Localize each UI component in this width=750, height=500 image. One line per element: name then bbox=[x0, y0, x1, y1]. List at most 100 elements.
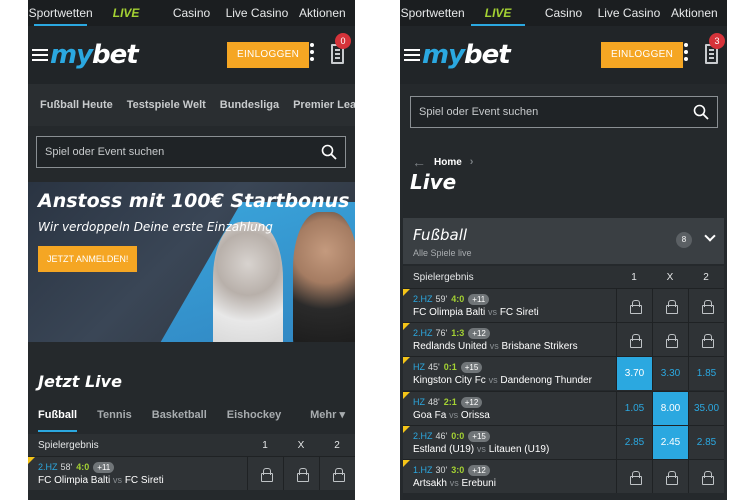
more-markets-badge[interactable]: +12 bbox=[468, 465, 490, 476]
away-team: Dandenong Thunder bbox=[500, 375, 592, 387]
search-icon[interactable] bbox=[321, 144, 337, 160]
more-label: Mehr bbox=[310, 409, 337, 421]
odds-button[interactable]: 3.30 bbox=[652, 357, 688, 391]
odds-cell[interactable] bbox=[688, 289, 724, 322]
tab-sportwetten[interactable]: Sportwetten bbox=[28, 0, 93, 26]
menu-icon[interactable] bbox=[404, 49, 420, 61]
sport-section-header[interactable]: Fußball Alle Spiele live 8 bbox=[403, 218, 724, 264]
match-score: 4:0 bbox=[76, 462, 90, 472]
tab-sportwetten[interactable]: Sportwetten bbox=[400, 0, 465, 26]
match-row[interactable]: 2.HZ 46' 0:0 +15 Estland (U19) vs Litauen (U… bbox=[403, 424, 724, 459]
tab-aktionen[interactable]: Aktionen bbox=[662, 0, 727, 26]
subnav-item-fussball-heute[interactable]: Fußball Heute bbox=[40, 99, 113, 111]
odds-button[interactable]: 2.85 bbox=[616, 425, 652, 459]
login-button[interactable]: EINLOGGEN bbox=[601, 42, 684, 68]
menu-icon[interactable] bbox=[32, 49, 48, 61]
more-markets-badge[interactable]: +15 bbox=[468, 430, 490, 442]
live-indicator bbox=[403, 289, 410, 296]
tab-aktionen[interactable]: Aktionen bbox=[290, 0, 355, 26]
match-info: HZ 48' 2:1 +12 Goa Fa vs Orissa bbox=[403, 391, 616, 425]
more-markets-badge[interactable]: +12 bbox=[468, 328, 490, 340]
more-markets-badge[interactable]: +12 bbox=[460, 396, 483, 408]
search-placeholder: Spiel oder Event suchen bbox=[45, 146, 165, 158]
subnav-item-premier-league[interactable]: Premier League bbox=[293, 99, 355, 111]
home-team: Kingston City Fc bbox=[413, 375, 486, 387]
odds-cell[interactable] bbox=[616, 289, 652, 322]
odds-button[interactable]: 35.00 bbox=[688, 391, 724, 425]
subnav-item-testspiele-welt[interactable]: Testspiele Welt bbox=[127, 99, 206, 111]
tab-basketball[interactable]: Basketball bbox=[142, 398, 217, 432]
more-markets-badge[interactable]: +15 bbox=[460, 362, 483, 374]
more-markets-badge[interactable]: +11 bbox=[93, 462, 115, 473]
search-input[interactable]: Spiel oder Event suchen bbox=[410, 96, 718, 128]
away-team: Orissa bbox=[460, 409, 490, 421]
live-indicator bbox=[403, 425, 410, 433]
lock-icon bbox=[629, 299, 642, 314]
match-minute: 46' bbox=[435, 430, 448, 441]
section-title: Fußball bbox=[413, 226, 468, 244]
search-input[interactable]: Spiel oder Event suchen bbox=[36, 136, 346, 168]
match-info: 2.HZ 58' 4:0 +11 FC Olimpia Balti vs FC Sir… bbox=[28, 457, 247, 490]
odds-button[interactable]: 2.85 bbox=[688, 425, 724, 459]
tab-tennis[interactable]: Tennis bbox=[87, 398, 142, 432]
search-icon[interactable] bbox=[693, 104, 709, 120]
odds-cell[interactable] bbox=[616, 323, 652, 357]
odds-button[interactable]: 8.00 bbox=[652, 391, 688, 425]
promo-banner[interactable]: Anstoss mit 100€ Startbonus Wir verdoppe… bbox=[28, 182, 355, 342]
tab-eishockey[interactable]: Eishockey bbox=[217, 398, 291, 432]
match-row[interactable]: HZ 48' 2:1 +12 Goa Fa vs Orissa 1.05 8.00 35.00 bbox=[403, 390, 724, 425]
match-row[interactable]: HZ 45' 0:1 +15 Kingston City Fc vs Dandenong… bbox=[403, 356, 724, 391]
match-row[interactable]: 2.HZ 59' 4:0 +11 FC Olimpia Balti vs FC Sire… bbox=[403, 288, 724, 322]
logo[interactable]: mybet bbox=[50, 40, 139, 70]
more-options-icon[interactable] bbox=[684, 43, 688, 61]
login-button[interactable]: EINLOGGEN bbox=[227, 42, 310, 68]
match-minute: 45' bbox=[428, 362, 440, 373]
subnav-item-bundesliga[interactable]: Bundesliga bbox=[220, 99, 279, 111]
odds-cell[interactable] bbox=[688, 323, 724, 357]
tab-casino[interactable]: Casino bbox=[159, 0, 224, 26]
odds-cell[interactable] bbox=[319, 457, 355, 490]
more-options-icon[interactable] bbox=[310, 43, 314, 61]
odds-cell[interactable] bbox=[283, 457, 319, 490]
live-indicator bbox=[403, 357, 410, 365]
odds-cell[interactable] bbox=[652, 460, 688, 493]
odds-button[interactable]: 2.45 bbox=[652, 425, 688, 459]
chevron-down-icon: ▾ bbox=[339, 409, 345, 421]
breadcrumb-home[interactable]: Home bbox=[434, 157, 462, 168]
tab-live[interactable]: LIVE bbox=[93, 0, 158, 26]
banner-player-image bbox=[213, 222, 283, 342]
odds-cell[interactable] bbox=[247, 457, 283, 490]
tab-fussball[interactable]: Fußball bbox=[28, 398, 87, 432]
chevron-down-icon[interactable] bbox=[704, 230, 716, 242]
tab-live[interactable]: LIVE bbox=[465, 0, 530, 26]
odds-cell[interactable] bbox=[616, 460, 652, 493]
tab-live-casino[interactable]: Live Casino bbox=[224, 0, 289, 26]
match-row[interactable]: 2.HZ 58' 4:0 +11 FC Olimpia Balti vs FC Sir… bbox=[28, 456, 355, 490]
match-info: 2.HZ 59' 4:0 +11 FC Olimpia Balti vs FC Sire… bbox=[403, 289, 616, 322]
page-title: Live bbox=[410, 170, 457, 194]
home-team: FC Olimpia Balti bbox=[38, 475, 111, 486]
odds-button[interactable]: 1.05 bbox=[616, 391, 652, 425]
away-team: Brisbane Strikers bbox=[501, 341, 578, 353]
back-arrow-icon[interactable]: ← bbox=[412, 154, 426, 170]
odds-cell[interactable] bbox=[688, 460, 724, 493]
match-row[interactable]: 1.HZ 30' 3:0 +12 Artsakh vs Erebuni bbox=[403, 459, 724, 493]
odds-button[interactable]: 1.85 bbox=[688, 357, 724, 391]
tab-casino[interactable]: Casino bbox=[531, 0, 596, 26]
column-x: X bbox=[666, 271, 674, 283]
live-indicator bbox=[403, 391, 410, 399]
more-sports-dropdown[interactable]: Mehr ▾ bbox=[310, 398, 345, 432]
match-info: 1.HZ 30' 3:0 +12 Artsakh vs Erebuni bbox=[403, 460, 616, 493]
odds-button[interactable]: 3.70 bbox=[616, 357, 652, 391]
betslip-count-badge: 0 bbox=[335, 33, 351, 49]
more-markets-badge[interactable]: +11 bbox=[468, 294, 490, 305]
tab-live-casino[interactable]: Live Casino bbox=[596, 0, 661, 26]
lock-icon bbox=[665, 299, 678, 314]
odds-cell[interactable] bbox=[652, 289, 688, 322]
signup-button[interactable]: JETZT ANMELDEN! bbox=[38, 246, 138, 272]
logo[interactable]: mybet bbox=[422, 40, 511, 70]
odds-cell[interactable] bbox=[652, 323, 688, 357]
logo-my: my bbox=[422, 40, 465, 70]
match-row[interactable]: 2.HZ 76' 1:3 +12 Redlands United vs Brisbane… bbox=[403, 322, 724, 357]
vs-label: vs bbox=[113, 475, 123, 485]
